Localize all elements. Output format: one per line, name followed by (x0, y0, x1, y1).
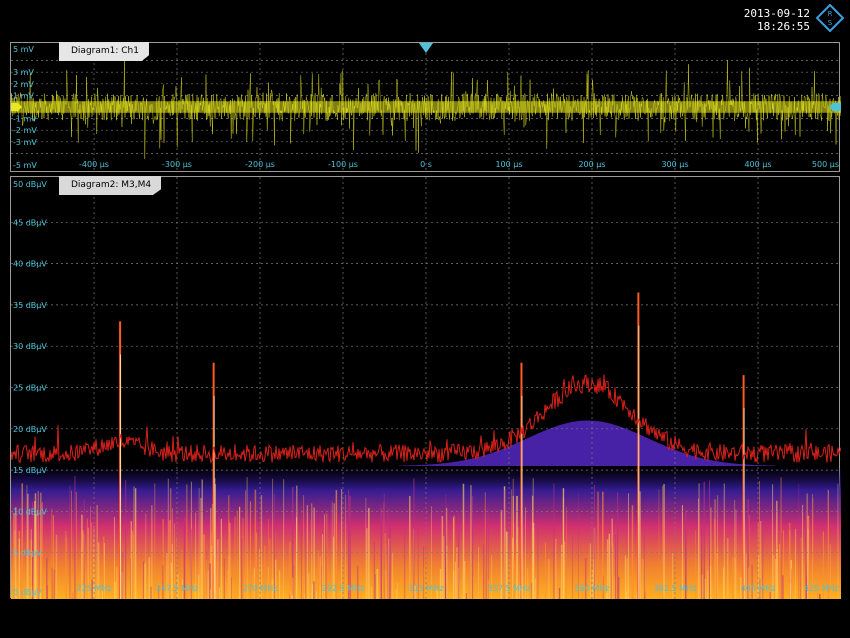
x-tick-label: 270 MHz (243, 584, 278, 593)
y-tick-label: 25 dBµV (13, 384, 47, 393)
x-tick-label: 425 MHz (804, 584, 839, 593)
x-tick-label: 400 µs (744, 160, 771, 169)
y-tick-label: 2 mV (13, 80, 34, 89)
y-tick-label: 50 dBµV (13, 180, 47, 189)
x-tick-label: 247.5 MHz (156, 584, 199, 593)
datetime: 2013-09-12 18:26:55 (744, 7, 810, 33)
x-tick-label: -400 µs (79, 160, 109, 169)
y-tick-label: -3 mV (13, 138, 37, 147)
y-tick-label: 0 dBµV (13, 588, 42, 597)
y-tick-label: 1 mV (13, 91, 34, 100)
diagram2-plot: 50 dBµV 45 dBµV 40 dBµV 35 dBµV 30 dBµV 25 dB… (11, 177, 841, 599)
x-tick-label: 337.5 MHz (488, 584, 531, 593)
time-text: 18:26:55 (757, 20, 810, 33)
y-tick-label: -1 mV (13, 115, 37, 124)
x-tick-label: -100 µs (328, 160, 358, 169)
x-tick-label: 100 µs (495, 160, 522, 169)
x-tick-label: 292.5 MHz (322, 584, 365, 593)
x-tick-label: 382.5 MHz (654, 584, 697, 593)
ch1-trace-band (11, 101, 841, 113)
hump-spectrogram (399, 420, 777, 466)
y-tick-label: 10 dBµV (13, 507, 47, 516)
diagram1-panel[interactable]: 5 mV 3 mV 2 mV 1 mV -1 mV -2 mV -3 mV -5 mV -400… (10, 42, 841, 173)
diagram1-tab[interactable]: Diagram1: Ch1 (59, 42, 149, 61)
x-tick-label: 225 MHz (77, 584, 112, 593)
y-tick-label: 3 mV (13, 68, 34, 77)
x-tick-label: -300 µs (162, 160, 192, 169)
y-tick-label: 5 dBµV (13, 549, 42, 558)
rohde-schwarz-logo-icon: R S (816, 4, 844, 32)
x-tick-label: 360 MHz (575, 584, 610, 593)
trigger-position-marker-icon[interactable] (419, 43, 433, 53)
x-tick-label: -200 µs (245, 160, 275, 169)
x-tick-label: 405 MHz (741, 584, 776, 593)
diagram2-panel[interactable]: 50 dBµV 45 dBµV 40 dBµV 35 dBµV 30 dBµV 25 dB… (10, 176, 841, 599)
y-tick-label: -2 mV (13, 126, 37, 135)
date-text: 2013-09-12 (743, 7, 810, 20)
y-tick-label: 20 dBµV (13, 425, 47, 434)
y-tick-label: -5 mV (13, 161, 37, 170)
y-tick-label: 30 dBµV (13, 342, 47, 351)
diagram2-tab[interactable]: Diagram2: M3,M4 (59, 176, 162, 195)
x-tick-label: 0 s (420, 160, 432, 169)
x-tick-label: 200 µs (578, 160, 605, 169)
y-tick-label: 35 dBµV (13, 301, 47, 310)
x-tick-label: 300 µs (661, 160, 688, 169)
y-tick-label: 40 dBµV (13, 260, 47, 269)
x-tick-label: 315 MHz (409, 584, 444, 593)
x-tick-label: 500 µs (812, 160, 839, 169)
y-tick-label: 5 mV (13, 45, 34, 54)
svg-text:S: S (828, 19, 833, 27)
y-tick-label: 45 dBµV (13, 218, 47, 227)
svg-text:R: R (828, 10, 833, 18)
diagram1-plot: 5 mV 3 mV 2 mV 1 mV -1 mV -2 mV -3 mV -5 mV -400… (11, 43, 841, 173)
y-tick-label: 15 dBµV (13, 466, 47, 475)
